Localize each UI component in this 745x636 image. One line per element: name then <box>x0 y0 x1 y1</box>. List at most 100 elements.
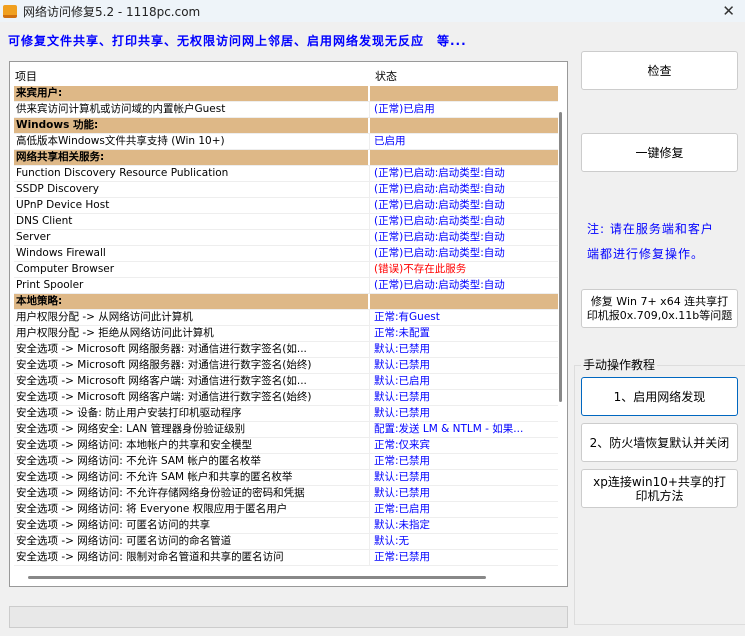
item-cell: SSDP Discovery <box>14 182 370 197</box>
list-item[interactable]: 安全选项 -> 网络访问: 限制对命名管道和共享的匿名访问 正常:已禁用 <box>14 550 558 566</box>
item-cell: Computer Browser <box>14 262 370 277</box>
list-item[interactable]: 安全选项 -> 网络访问: 可匿名访问的命名管道 默认:无 <box>14 534 558 550</box>
status-cell: 已启用 <box>374 135 406 147</box>
horizontal-scrollbar[interactable] <box>28 576 486 579</box>
item-cell: 安全选项 -> Microsoft 网络服务器: 对通信进行数字签名(始终) <box>14 358 370 373</box>
list-item[interactable]: DNS Client (正常)已启动:启动类型:自动 <box>14 214 558 230</box>
status-cell: 默认:未指定 <box>374 519 431 531</box>
status-cell: 正常:有Guest <box>374 311 440 323</box>
item-cell: Function Discovery Resource Publication <box>14 166 370 181</box>
status-cell: 正常:未配置 <box>374 327 431 339</box>
item-cell: Server <box>14 230 370 245</box>
list-item[interactable]: 安全选项 -> Microsoft 网络客户端: 对通信进行数字签名(如... 默… <box>14 374 558 390</box>
status-cell: (正常)已启动:启动类型:自动 <box>374 279 505 291</box>
item-cell: 供来宾访问计算机或访问域的内置帐户Guest <box>14 102 370 117</box>
list-item[interactable]: 安全选项 -> Microsoft 网络服务器: 对通信进行数字签名(如... 默… <box>14 342 558 358</box>
close-icon[interactable]: ✕ <box>722 2 735 20</box>
list-item[interactable]: 安全选项 -> Microsoft 网络客户端: 对通信进行数字签名(始终) 默认… <box>14 390 558 406</box>
list-item[interactable]: SSDP Discovery (正常)已启动:启动类型:自动 <box>14 182 558 198</box>
item-cell: 安全选项 -> 网络访问: 不允许 SAM 帐户和共享的匿名枚举 <box>14 470 370 485</box>
app-icon <box>3 4 17 18</box>
item-cell: 用户权限分配 -> 拒绝从网络访问此计算机 <box>14 326 370 341</box>
window-title: 网络访问修复5.2 - 1118pc.com <box>23 4 201 19</box>
note-line-2: 端都进行修复操作。 <box>587 247 705 261</box>
item-cell: DNS Client <box>14 214 370 229</box>
list-item[interactable]: 安全选项 -> 网络访问: 不允许 SAM 帐户和共享的匿名枚举 默认:已禁用 <box>14 470 558 486</box>
status-bar <box>9 606 568 628</box>
list-item[interactable]: Server (正常)已启动:启动类型:自动 <box>14 230 558 246</box>
status-cell <box>370 86 558 101</box>
enable-discovery-button[interactable]: 1、启用网络发现 <box>581 377 738 416</box>
section-row[interactable]: 来宾用户: <box>14 86 558 102</box>
status-cell: (错误)不存在此服务 <box>374 263 467 275</box>
list-item[interactable]: Computer Browser (错误)不存在此服务 <box>14 262 558 278</box>
list-item[interactable]: 安全选项 -> 网络访问: 将 Everyone 权限应用于匿名用户 正常:已启用 <box>14 502 558 518</box>
item-cell: 网络共享相关服务: <box>14 150 370 165</box>
column-header-status[interactable]: 状态 <box>370 62 558 86</box>
status-cell: (正常)已启动:启动类型:自动 <box>374 247 505 259</box>
section-row[interactable]: 网络共享相关服务: <box>14 150 558 166</box>
list-item[interactable]: UPnP Device Host (正常)已启动:启动类型:自动 <box>14 198 558 214</box>
list-item[interactable]: Windows Firewall (正常)已启动:启动类型:自动 <box>14 246 558 262</box>
status-cell: (正常)已启动:启动类型:自动 <box>374 167 505 179</box>
status-cell: 默认:无 <box>374 535 410 547</box>
item-cell: 安全选项 -> Microsoft 网络客户端: 对通信进行数字签名(如... <box>14 374 370 389</box>
list-header: 项目 状态 <box>10 62 558 86</box>
item-cell: 安全选项 -> 网络访问: 将 Everyone 权限应用于匿名用户 <box>14 502 370 517</box>
item-cell: 安全选项 -> 网络访问: 不允许 SAM 帐户的匿名枚举 <box>14 454 370 469</box>
list-item[interactable]: 安全选项 -> 网络访问: 可匿名访问的共享 默认:未指定 <box>14 518 558 534</box>
status-cell: 默认:已禁用 <box>374 487 431 499</box>
status-cell <box>370 150 558 165</box>
list-rows: 来宾用户: 供来宾访问计算机或访问域的内置帐户Guest (正常)已启用 Window… <box>14 86 558 566</box>
item-cell: 用户权限分配 -> 从网络访问此计算机 <box>14 310 370 325</box>
list-item[interactable]: Print Spooler (正常)已启动:启动类型:自动 <box>14 278 558 294</box>
list-item[interactable]: 用户权限分配 -> 从网络访问此计算机 正常:有Guest <box>14 310 558 326</box>
item-cell: Windows Firewall <box>14 246 370 261</box>
list-item[interactable]: 安全选项 -> 网络访问: 不允许存储网络身份验证的密码和凭据 默认:已禁用 <box>14 486 558 502</box>
item-cell: 安全选项 -> 网络访问: 不允许存储网络身份验证的密码和凭据 <box>14 486 370 501</box>
item-cell: 本地策略: <box>14 294 370 309</box>
item-cell: UPnP Device Host <box>14 198 370 213</box>
status-cell: 正常:已启用 <box>374 503 431 515</box>
section-row[interactable]: Windows 功能: <box>14 118 558 134</box>
status-cell: 默认:已启用 <box>374 375 431 387</box>
fix-printer-button[interactable]: 修复 Win 7+ x64 连共享打印机报0x.709,0x.11b等问题 <box>581 289 738 328</box>
list-item[interactable]: 安全选项 -> Microsoft 网络服务器: 对通信进行数字签名(始终) 默认… <box>14 358 558 374</box>
fix-all-button[interactable]: 一键修复 <box>581 133 738 172</box>
check-button[interactable]: 检查 <box>581 51 738 90</box>
list-item[interactable]: 供来宾访问计算机或访问域的内置帐户Guest (正常)已启用 <box>14 102 558 118</box>
status-cell: 默认:已禁用 <box>374 391 431 403</box>
item-cell: 安全选项 -> 设备: 防止用户安装打印机驱动程序 <box>14 406 370 421</box>
status-cell: 默认:已禁用 <box>374 359 431 371</box>
status-cell: 正常:已禁用 <box>374 455 431 467</box>
list-item[interactable]: 安全选项 -> 网络访问: 不允许 SAM 帐户的匿名枚举 正常:已禁用 <box>14 454 558 470</box>
item-cell: 安全选项 -> 网络访问: 可匿名访问的命名管道 <box>14 534 370 549</box>
vertical-scrollbar[interactable] <box>559 112 562 402</box>
list-item[interactable]: 用户权限分配 -> 拒绝从网络访问此计算机 正常:未配置 <box>14 326 558 342</box>
status-cell: 正常:已禁用 <box>374 551 431 563</box>
xp-printer-button[interactable]: xp连接win10+共享的打印机方法 <box>581 469 738 508</box>
status-cell: 正常:仅来宾 <box>374 439 431 451</box>
item-cell: Print Spooler <box>14 278 370 293</box>
item-cell: 安全选项 -> 网络访问: 限制对命名管道和共享的匿名访问 <box>14 550 370 565</box>
section-row[interactable]: 本地策略: <box>14 294 558 310</box>
status-cell: 默认:已禁用 <box>374 343 431 355</box>
list-item[interactable]: 安全选项 -> 网络访问: 本地帐户的共享和安全模型 正常:仅来宾 <box>14 438 558 454</box>
item-cell: 来宾用户: <box>14 86 370 101</box>
list-item[interactable]: Function Discovery Resource Publication (… <box>14 166 558 182</box>
list-item[interactable]: 安全选项 -> 设备: 防止用户安装打印机驱动程序 默认:已禁用 <box>14 406 558 422</box>
status-cell <box>370 118 558 133</box>
item-cell: 安全选项 -> 网络安全: LAN 管理器身份验证级别 <box>14 422 370 437</box>
item-cell: 安全选项 -> 网络访问: 本地帐户的共享和安全模型 <box>14 438 370 453</box>
status-cell: 默认:已禁用 <box>374 407 431 419</box>
status-list[interactable]: 项目 状态 来宾用户: 供来宾访问计算机或访问域的内置帐户Guest (正常)已启用… <box>9 61 568 587</box>
status-cell: (正常)已启用 <box>374 103 435 115</box>
title-bar: 网络访问修复5.2 - 1118pc.com ✕ <box>0 0 745 22</box>
item-cell: 安全选项 -> Microsoft 网络服务器: 对通信进行数字签名(如... <box>14 342 370 357</box>
column-header-item[interactable]: 项目 <box>10 62 370 86</box>
firewall-button[interactable]: 2、防火墙恢复默认并关闭 <box>581 423 738 462</box>
list-item[interactable]: 安全选项 -> 网络安全: LAN 管理器身份验证级别 配置:发送 LM & NT… <box>14 422 558 438</box>
status-cell: 默认:已禁用 <box>374 471 431 483</box>
list-item[interactable]: 高低版本Windows文件共享支持 (Win 10+) 已启用 <box>14 134 558 150</box>
item-cell: 安全选项 -> Microsoft 网络客户端: 对通信进行数字签名(始终) <box>14 390 370 405</box>
